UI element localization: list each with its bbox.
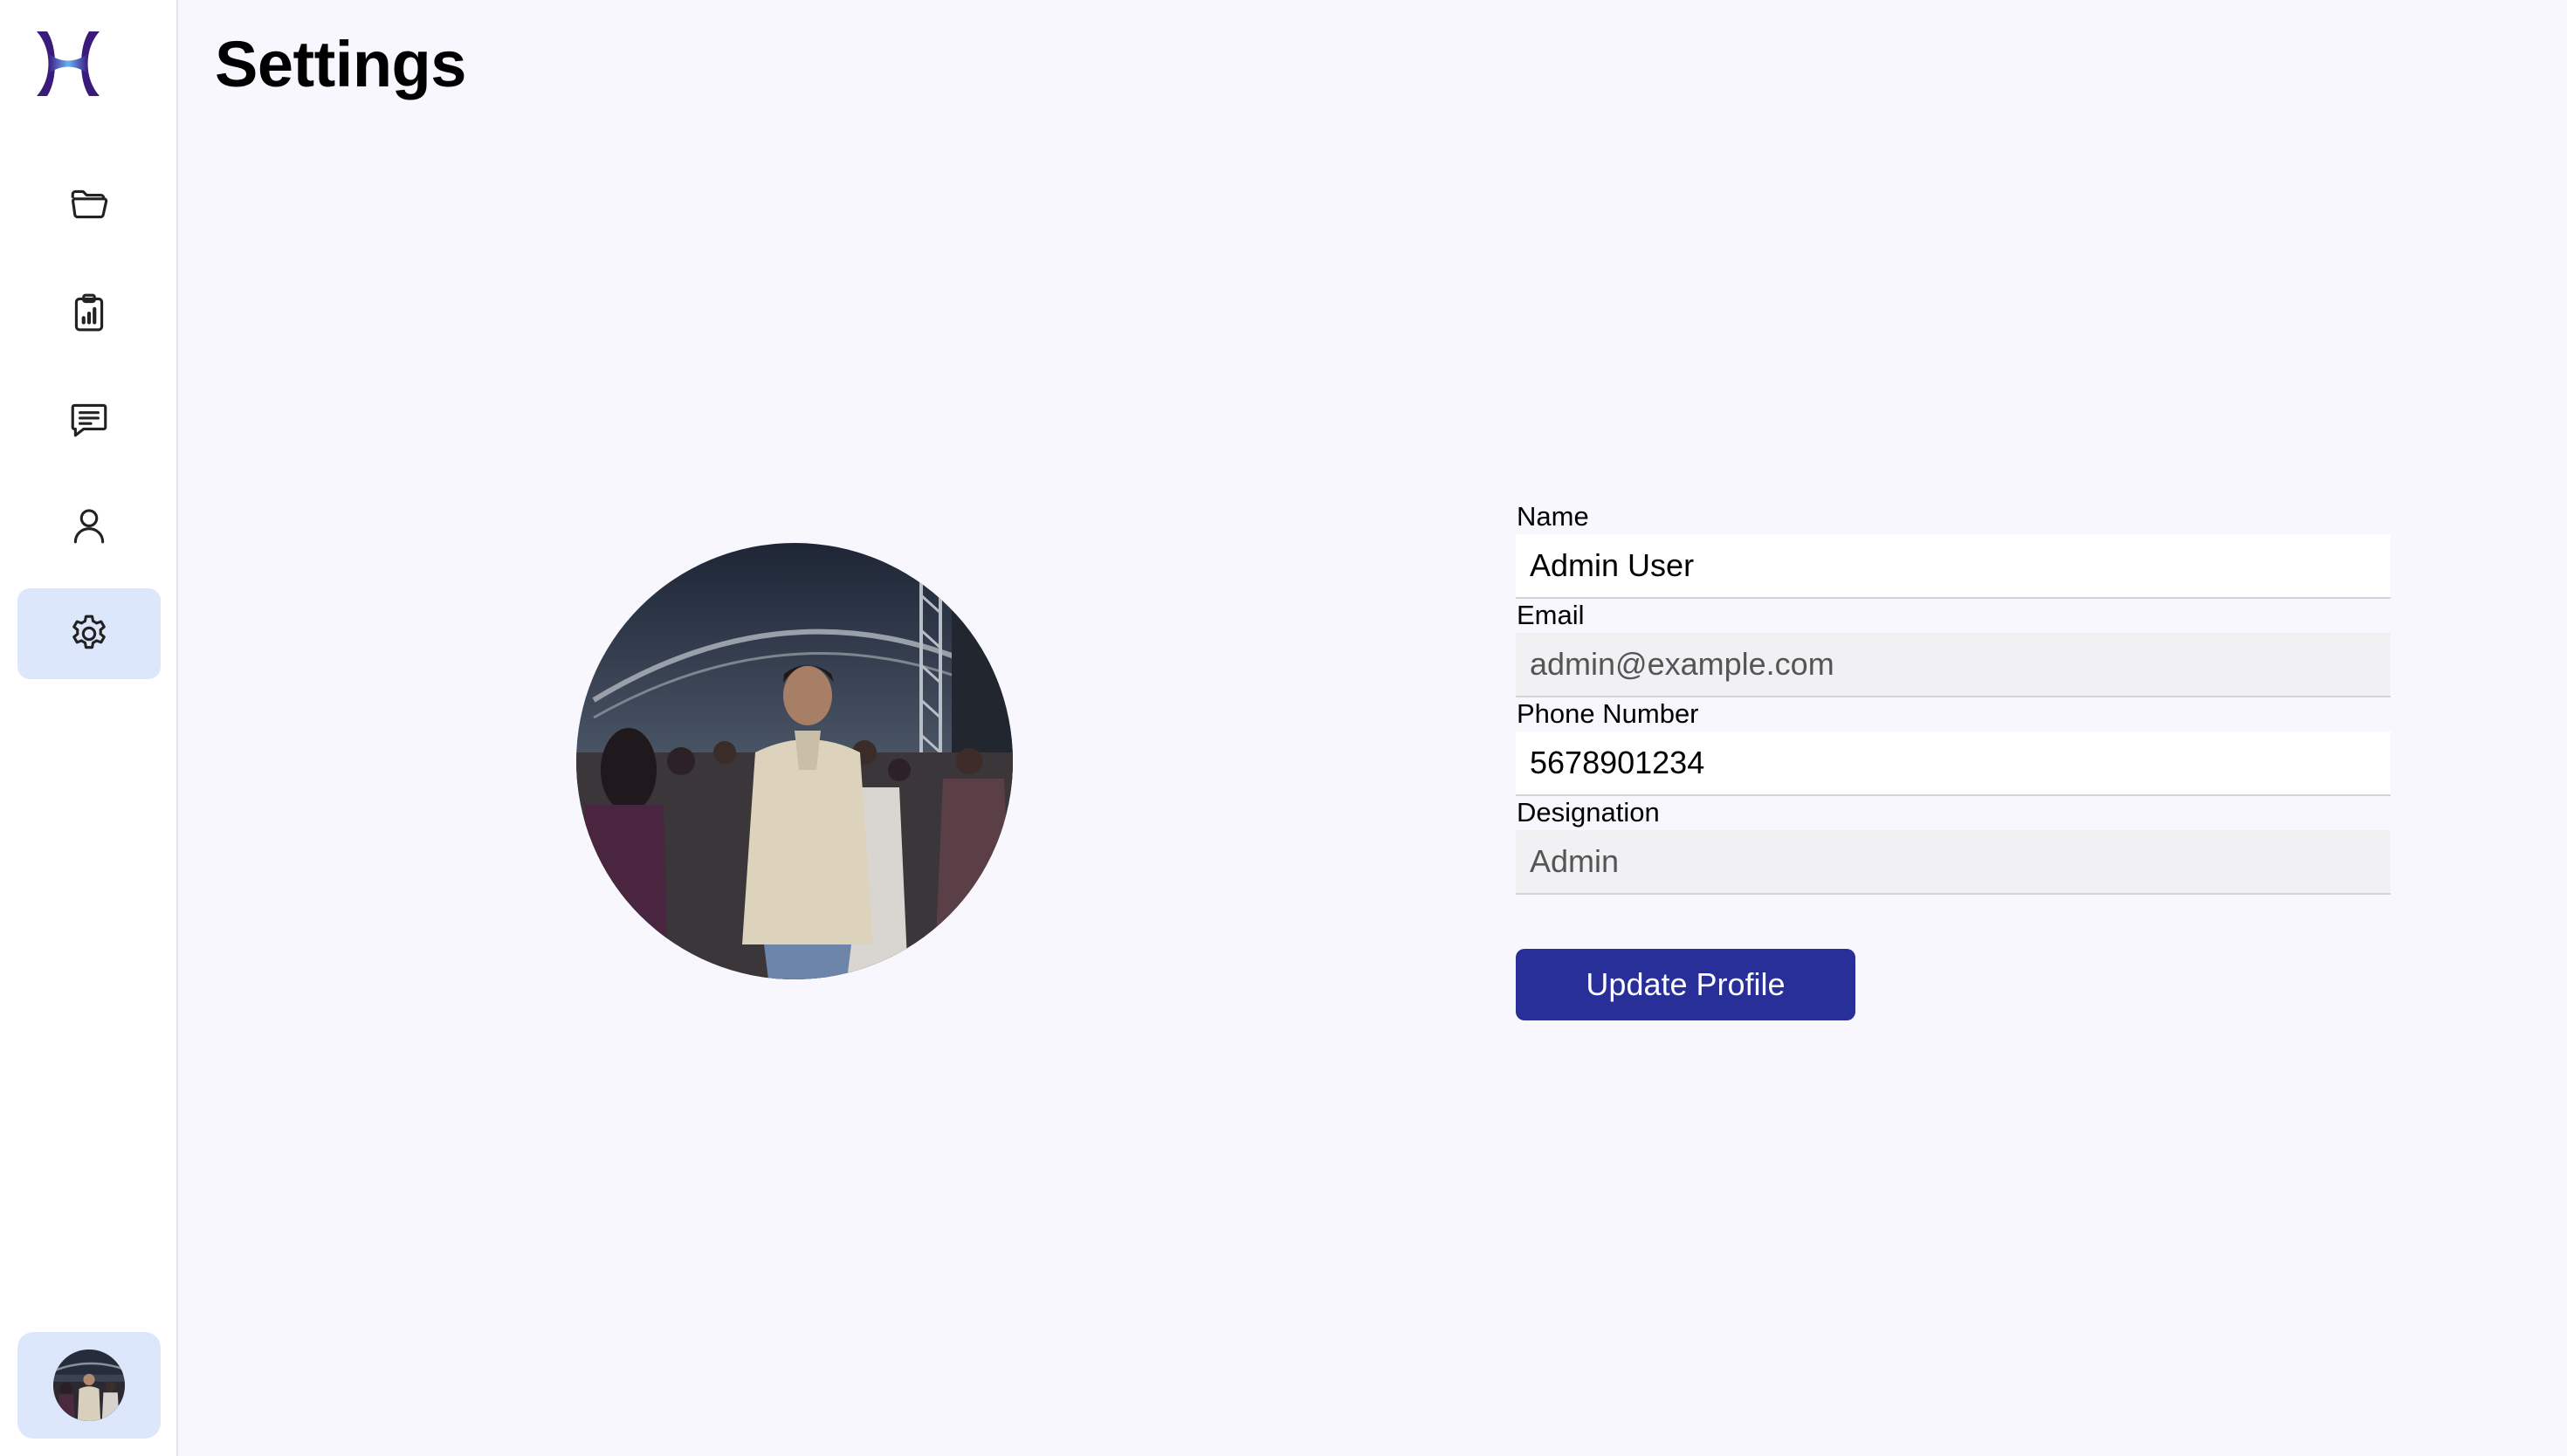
update-profile-button[interactable]: Update Profile xyxy=(1516,949,1855,1020)
clipboard-chart-icon xyxy=(74,293,104,332)
page-title: Settings xyxy=(215,28,466,100)
email-label: Email xyxy=(1517,600,1585,630)
user-avatar-photo xyxy=(53,1350,125,1421)
phone-field[interactable] xyxy=(1516,731,2391,796)
profile-photo-image xyxy=(576,543,1013,979)
app-logo-icon xyxy=(37,31,100,96)
profile-photo[interactable] xyxy=(576,543,1013,979)
gear-icon xyxy=(72,615,106,649)
designation-field xyxy=(1516,830,2391,895)
app-window: Settings Name Admin User Email admin@exa… xyxy=(0,0,2567,1456)
designation-field-group: Designation xyxy=(1516,795,2391,895)
phone-field-group: Phone Number xyxy=(1516,697,2391,796)
sidebar-item-users[interactable] xyxy=(17,480,161,571)
name-field-group: Name xyxy=(1516,499,2391,599)
sidebar-item-reports[interactable] xyxy=(17,267,161,358)
app-logo[interactable] xyxy=(31,28,105,100)
phone-label: Phone Number xyxy=(1517,698,1699,729)
profile-form: Name Email Phone Number Designation xyxy=(1516,499,2391,895)
sidebar xyxy=(0,0,178,1456)
designation-label: Designation xyxy=(1517,797,1660,828)
email-field xyxy=(1516,633,2391,697)
message-icon xyxy=(71,403,107,437)
email-field-group: Email xyxy=(1516,598,2391,697)
name-field[interactable] xyxy=(1516,534,2391,599)
user-icon xyxy=(73,509,105,544)
sidebar-item-files[interactable] xyxy=(17,159,161,250)
sidebar-item-settings[interactable] xyxy=(17,588,161,679)
name-label: Name xyxy=(1517,501,1589,532)
folder-icon xyxy=(71,189,108,219)
avatar xyxy=(53,1350,125,1421)
sidebar-item-messages[interactable] xyxy=(17,374,161,464)
sidebar-profile-button[interactable] xyxy=(17,1332,161,1439)
